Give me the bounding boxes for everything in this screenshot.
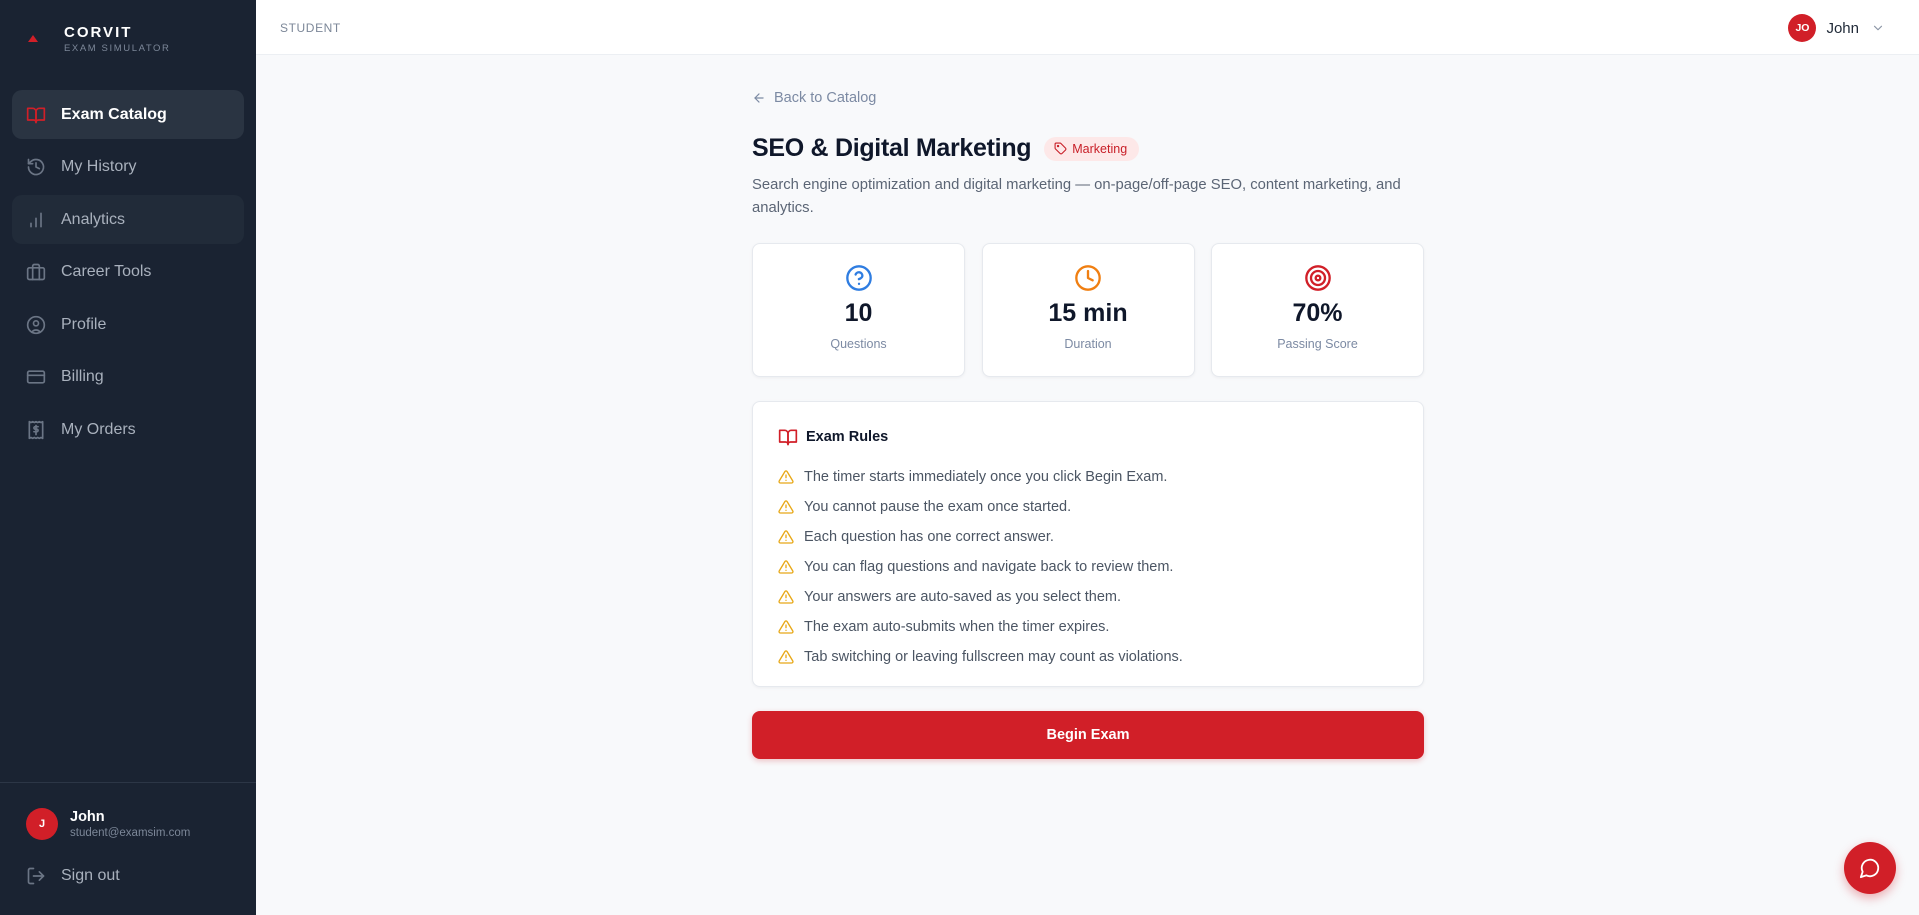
rule-text: The exam auto-submits when the timer exp… (804, 619, 1110, 635)
message-circle-icon (1859, 858, 1880, 879)
sidebar-item-label: Exam Catalog (61, 105, 167, 123)
briefcase-icon (26, 262, 46, 282)
rules-list: The timer starts immediately once you cl… (778, 462, 1183, 672)
brand-subtitle: EXAM SIMULATOR (64, 43, 171, 54)
help-circle-icon (845, 264, 873, 292)
rules-title: Exam Rules (806, 429, 889, 445)
rule-text: Your answers are auto-saved as you selec… (804, 589, 1122, 605)
warning-icon (778, 650, 794, 664)
sidebar-item-label: My History (61, 158, 137, 175)
stat-label: Passing Score (1277, 337, 1358, 351)
list-item: Each question has one correct answer. (778, 522, 1183, 552)
sidebar-user-email: student@examsim.com (70, 827, 191, 839)
begin-exam-button[interactable]: Begin Exam (752, 711, 1424, 759)
exam-description: Search engine optimization and digital m… (752, 177, 1401, 216)
exam-stats: 10 Questions 15 min Duration 70% Passing… (752, 243, 1424, 377)
sidebar-item-label: Billing (61, 368, 104, 385)
sidebar-nav: Exam Catalog My History Analytics Career… (12, 90, 244, 458)
sidebar-user: J John student@examsim.com (26, 808, 190, 840)
sidebar-item-billing[interactable]: Billing (12, 353, 244, 402)
chat-button[interactable] (1844, 842, 1896, 894)
user-name: John (1826, 19, 1859, 37)
brand-name: CORVIT (64, 24, 133, 41)
sign-out-button[interactable]: Sign out (26, 866, 120, 886)
logo-mark-icon (28, 35, 38, 42)
rule-text: Tab switching or leaving fullscreen may … (804, 649, 1183, 665)
sidebar-divider (0, 782, 256, 783)
sidebar-item-label: Profile (61, 315, 107, 333)
list-item: Your answers are auto-saved as you selec… (778, 582, 1183, 612)
warning-icon (778, 620, 794, 634)
receipt-icon (26, 420, 46, 440)
warning-icon (778, 530, 794, 544)
sidebar-item-label: Analytics (61, 210, 126, 228)
sidebar-item-label: My Orders (61, 420, 136, 438)
rule-text: Each question has one correct answer. (804, 529, 1054, 545)
topbar: STUDENT JO John (256, 0, 1919, 55)
user-circle-icon (26, 315, 46, 335)
stat-label: Questions (830, 337, 887, 351)
rule-text: You can flag questions and navigate back… (804, 559, 1174, 575)
sidebar-item-analytics[interactable]: Analytics (12, 195, 244, 244)
sidebar-item-my-history[interactable]: My History (12, 143, 244, 192)
bar-chart-icon (26, 210, 46, 230)
rules-header: Exam Rules (778, 427, 888, 447)
sidebar-item-profile[interactable]: Profile (12, 300, 244, 349)
stat-value: 15 min (1048, 299, 1128, 327)
book-open-icon (26, 105, 46, 125)
sidebar-user-name: John (70, 809, 105, 825)
book-open-icon (778, 429, 798, 446)
warning-icon (778, 560, 794, 574)
log-out-icon (27, 867, 45, 885)
credit-card-icon (26, 367, 46, 387)
list-item: You can flag questions and navigate back… (778, 552, 1183, 582)
stat-card-duration: 15 min Duration (981, 243, 1195, 377)
back-label: Back to Catalog (774, 90, 877, 106)
list-item: Tab switching or leaving fullscreen may … (778, 642, 1183, 672)
warning-icon (778, 500, 794, 514)
page-title: SEO & Digital Marketing (752, 134, 1032, 162)
stat-value: 70% (1292, 299, 1343, 327)
sidebar-item-label: Career Tools (61, 263, 152, 280)
back-to-catalog-link[interactable]: Back to Catalog (752, 90, 876, 106)
chevron-down-icon (1873, 25, 1883, 31)
warning-icon (778, 590, 794, 604)
stat-value: 10 (844, 299, 873, 327)
stat-label: Duration (1064, 337, 1112, 351)
arrow-left-icon (754, 93, 764, 103)
exam-rules-card: Exam Rules The timer starts immediately … (752, 401, 1424, 687)
avatar: JO (1788, 14, 1817, 42)
list-item: You cannot pause the exam once started. (778, 492, 1183, 522)
sidebar-item-exam-catalog[interactable]: Exam Catalog (12, 90, 244, 139)
user-menu-button[interactable]: JO John (1788, 14, 1885, 42)
avatar: J (26, 808, 58, 840)
list-item: The exam auto-submits when the timer exp… (778, 612, 1183, 642)
stat-card-passing-score: 70% Passing Score (1211, 243, 1424, 377)
target-icon (1304, 264, 1332, 292)
tag-icon (1054, 142, 1067, 155)
stat-card-questions: 10 Questions (752, 243, 965, 377)
history-icon (26, 157, 46, 177)
category-badge: Marketing (1044, 136, 1140, 161)
list-item: The timer starts immediately once you cl… (778, 462, 1183, 492)
brand-logo[interactable]: CORVIT EXAM SIMULATOR (26, 24, 171, 54)
sidebar-item-my-orders[interactable]: My Orders (12, 405, 244, 454)
warning-icon (778, 470, 794, 484)
clock-icon (1074, 264, 1102, 292)
sidebar: CORVIT EXAM SIMULATOR Exam Catalog My Hi… (0, 0, 256, 915)
rule-text: You cannot pause the exam once started. (804, 499, 1072, 515)
sign-out-label: Sign out (61, 867, 120, 884)
category-label: Marketing (1072, 141, 1128, 156)
title-row: SEO & Digital Marketing Marketing (752, 134, 1140, 163)
rule-text: The timer starts immediately once you cl… (804, 469, 1168, 485)
section-label: STUDENT (280, 21, 341, 35)
sidebar-item-career-tools[interactable]: Career Tools (12, 248, 244, 297)
